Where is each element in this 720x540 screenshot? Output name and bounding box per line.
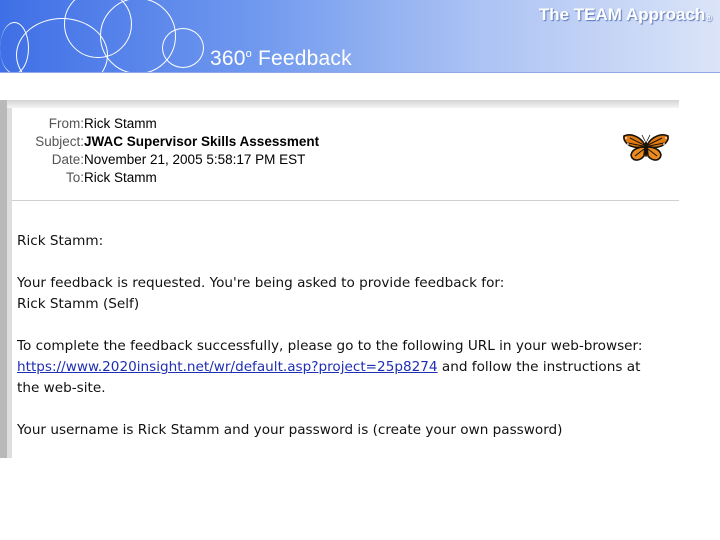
window-toolbar-edge [7, 100, 679, 108]
email-credentials: Your username is Rick Stamm and your pas… [17, 422, 563, 438]
email-headers: From: Rick Stamm Subject: JWAC Superviso… [12, 108, 679, 201]
email-greeting: Rick Stamm: [17, 233, 104, 249]
from-label: From: [48, 116, 84, 131]
slide-title-number: 360 [210, 47, 246, 70]
feedback-url-link[interactable]: https://www.2020insight.net/wr/default.a… [17, 359, 438, 375]
date-label: Date: [51, 152, 84, 167]
slide-title: 360o Feedback [210, 47, 352, 71]
brand-name: The TEAM Approach® [539, 5, 712, 25]
to-label: To: [65, 170, 84, 185]
decorative-circle [0, 22, 29, 73]
email-instruction-end: the web-site. [17, 380, 106, 396]
from-value[interactable]: Rick Stamm [84, 115, 157, 133]
email-url-line: https://www.2020insight.net/wr/default.a… [17, 357, 640, 377]
header-banner: The TEAM Approach® 360o Feedback [0, 0, 720, 73]
banner-divider [0, 72, 720, 73]
email-request-line: Your feedback is requested. You're being… [17, 275, 505, 291]
email-url-trailing-text: and follow the instructions at [437, 359, 641, 375]
date-value: November 21, 2005 5:58:17 PM EST [84, 152, 306, 167]
butterfly-icon [623, 134, 669, 161]
subject-label: Subject: [35, 134, 84, 149]
decorative-circle [162, 28, 204, 68]
slide-title-rest: Feedback [251, 47, 352, 70]
email-instruction-line: To complete the feedback successfully, p… [17, 338, 643, 354]
subject-value: JWAC Supervisor Skills Assessment [84, 134, 320, 149]
brand-text: The TEAM Approach [538, 5, 706, 24]
to-value[interactable]: Rick Stamm [84, 169, 157, 187]
email-subject-person: Rick Stamm (Self) [17, 296, 140, 312]
registered-mark: ® [705, 13, 712, 23]
